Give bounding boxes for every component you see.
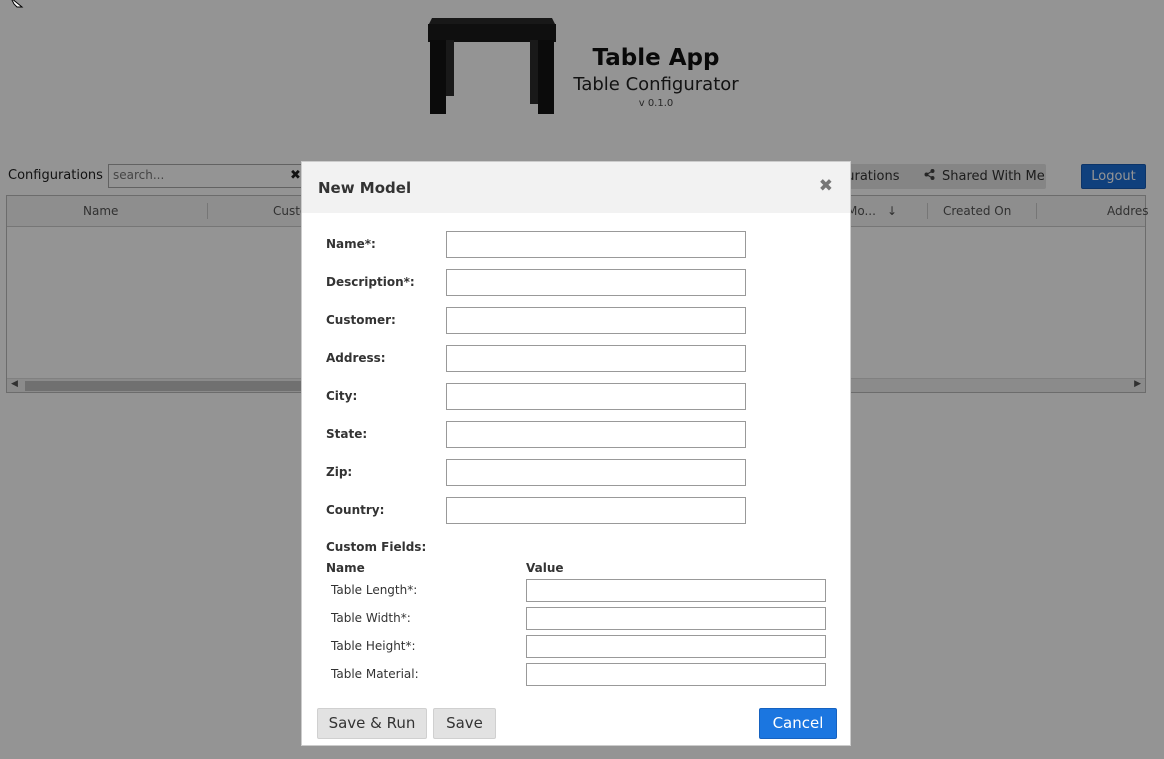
save-and-run-button[interactable]: Save & Run bbox=[317, 708, 427, 739]
dialog-title: New Model bbox=[318, 179, 412, 197]
dialog-header: New Model ✖ bbox=[302, 162, 850, 213]
customer-field[interactable] bbox=[446, 307, 746, 334]
state-field[interactable] bbox=[446, 421, 746, 448]
save-button[interactable]: Save bbox=[433, 708, 496, 739]
field-label: State: bbox=[326, 427, 368, 441]
city-field[interactable] bbox=[446, 383, 746, 410]
table-material-field[interactable] bbox=[526, 663, 826, 686]
description-field[interactable] bbox=[446, 269, 746, 296]
custom-fields-value-header: Value bbox=[526, 561, 564, 575]
field-label: Address: bbox=[326, 351, 386, 365]
field-row-description: Description*: bbox=[326, 269, 746, 296]
close-icon[interactable]: ✖ bbox=[819, 176, 833, 196]
field-row-city: City: bbox=[326, 383, 746, 410]
field-label: Description*: bbox=[326, 275, 415, 289]
country-field[interactable] bbox=[446, 497, 746, 524]
field-row-zip: Zip: bbox=[326, 459, 746, 486]
custom-field-row-table-height: Table Height*: bbox=[331, 635, 826, 658]
custom-fields-title: Custom Fields: bbox=[326, 540, 427, 554]
custom-field-label: Table Material: bbox=[331, 667, 419, 681]
field-label: Name*: bbox=[326, 237, 376, 251]
custom-field-label: Table Width*: bbox=[331, 611, 411, 625]
table-width-field[interactable] bbox=[526, 607, 826, 630]
field-row-state: State: bbox=[326, 421, 746, 448]
zip-field[interactable] bbox=[446, 459, 746, 486]
custom-field-row-table-material: Table Material: bbox=[331, 663, 826, 686]
field-label: City: bbox=[326, 389, 358, 403]
custom-field-label: Table Length*: bbox=[331, 583, 418, 597]
field-label: Customer: bbox=[326, 313, 396, 327]
custom-field-row-table-length: Table Length*: bbox=[331, 579, 826, 602]
custom-field-label: Table Height*: bbox=[331, 639, 416, 653]
field-label: Zip: bbox=[326, 465, 353, 479]
table-length-field[interactable] bbox=[526, 579, 826, 602]
mouse-cursor-icon bbox=[11, 0, 24, 8]
field-label: Country: bbox=[326, 503, 385, 517]
address-field[interactable] bbox=[446, 345, 746, 372]
custom-fields-name-header: Name bbox=[326, 561, 365, 575]
name-field[interactable] bbox=[446, 231, 746, 258]
field-row-address: Address: bbox=[326, 345, 746, 372]
new-model-dialog: New Model ✖ Name*: Description*: Custome… bbox=[301, 161, 851, 746]
field-row-customer: Customer: bbox=[326, 307, 746, 334]
cancel-button[interactable]: Cancel bbox=[759, 708, 837, 739]
field-row-name: Name*: bbox=[326, 231, 746, 258]
table-height-field[interactable] bbox=[526, 635, 826, 658]
field-row-country: Country: bbox=[326, 497, 746, 524]
custom-field-row-table-width: Table Width*: bbox=[331, 607, 826, 630]
